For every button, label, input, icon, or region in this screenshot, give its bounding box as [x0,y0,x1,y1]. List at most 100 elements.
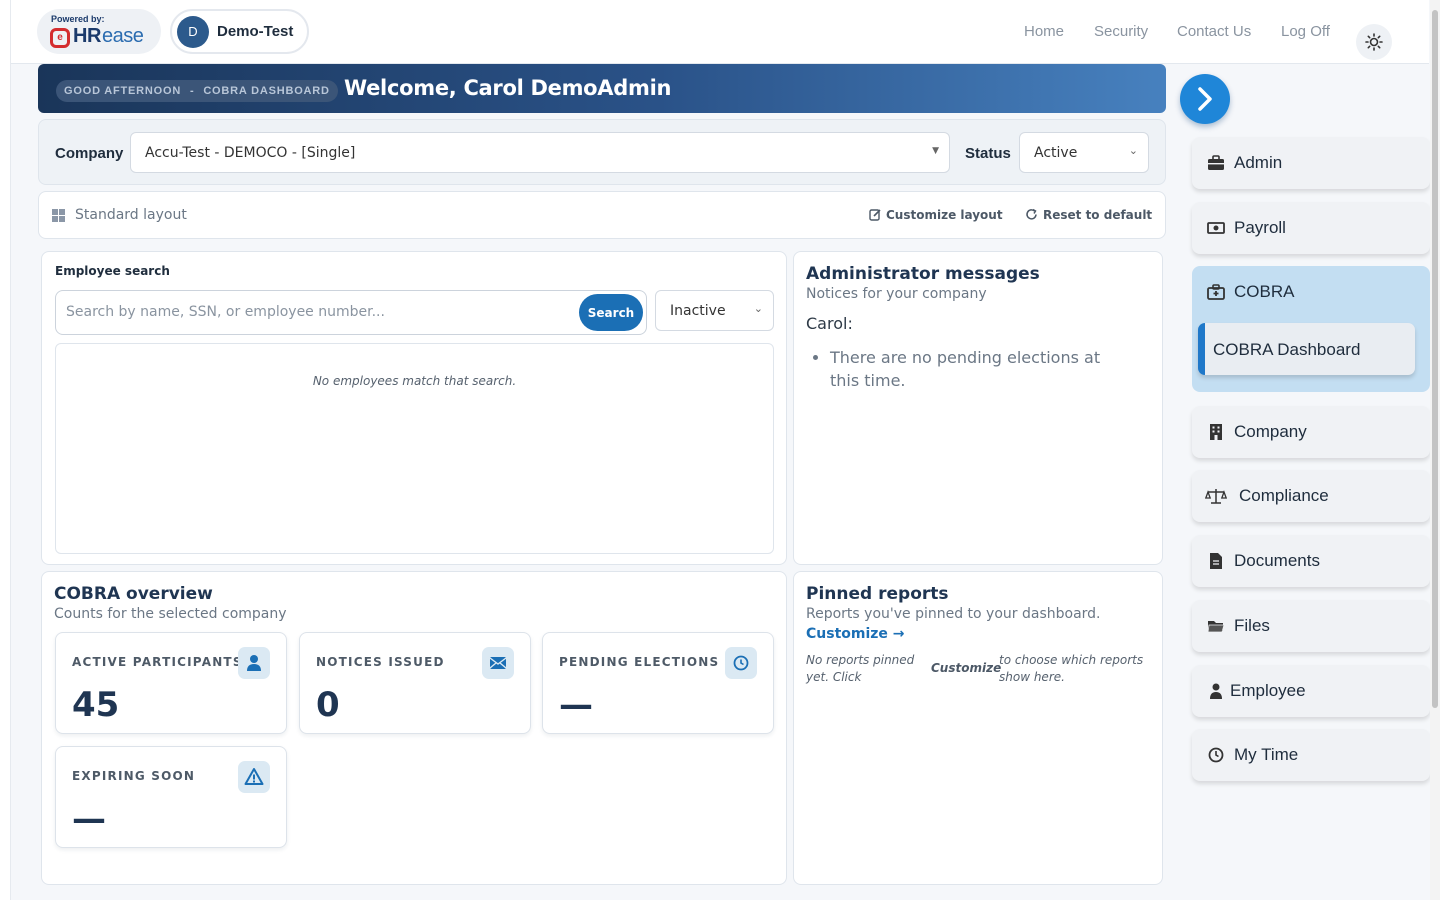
sidebar-group-cobra: COBRA COBRA Dashboard [1192,266,1430,392]
sidebar-item-payroll[interactable]: Payroll [1192,202,1430,254]
admin-message-list: There are no pending elections at this t… [830,346,1130,392]
employee-search-box: Search [55,290,647,335]
stat-label: PENDING ELECTIONS [559,655,720,669]
layout-bar: Standard layout Customize layout Reset t… [38,191,1166,239]
stat-expiring-soon[interactable]: EXPIRING SOON — [55,746,287,848]
theme-toggle-button[interactable] [1356,24,1392,60]
scrollbar-thumb[interactable] [1432,10,1438,708]
pinned-reports-title: Pinned reports [806,584,949,604]
clock-icon [1208,747,1224,763]
company-select[interactable]: Accu-Test - DEMOCO - [Single] ▼ [130,132,950,173]
cobra-overview-title: COBRA overview [54,584,213,604]
sidebar-item-label: My Time [1234,745,1299,764]
pinned-reports-subtitle: Reports you've pinned to your dashboard. [806,606,1101,622]
left-edge [0,0,11,900]
customize-layout-label: Customize layout [886,208,1003,222]
reset-layout-button[interactable]: Reset to default [1025,208,1152,222]
page-scrollbar[interactable] [1430,0,1440,900]
grid-icon [52,209,65,222]
sidebar-item-cobra[interactable]: COBRA [1192,266,1430,318]
kicker-greeting: GOOD AFTERNOON [64,85,182,97]
pinned-empty-customize-link[interactable]: Customize [931,661,1001,675]
layout-name: Standard layout [75,207,187,223]
cobra-overview-card: COBRA overview Counts for the selected c… [41,571,787,885]
stat-value: — [559,685,593,725]
nav-home-link[interactable]: Home [1024,23,1064,40]
sidebar-item-label: Files [1234,616,1270,635]
kicker-separator: - [189,85,195,97]
stat-pending-elections[interactable]: PENDING ELECTIONS — [542,632,774,734]
nav-logoff-link[interactable]: Log Off [1281,23,1330,40]
sidebar-item-label: Admin [1234,153,1283,172]
company-avatar: D [177,16,209,48]
nav-security-link[interactable]: Security [1094,23,1148,40]
customize-layout-button[interactable]: Customize layout [869,208,1003,222]
sidebar-item-my-time[interactable]: My Time [1192,729,1430,781]
pinned-empty-post: to choose which reports show here. [999,653,1144,684]
employee-status-select[interactable]: Inactive ⌄ [655,290,774,331]
sidebar-item-documents[interactable]: Documents [1192,535,1430,587]
customize-pinned-link[interactable]: Customize → [806,626,905,642]
pinned-reports-card: Pinned reports Reports you've pinned to … [793,571,1163,885]
kicker-page: COBRA DASHBOARD [203,85,330,97]
banner-kicker: GOOD AFTERNOON - COBRA DASHBOARD [56,80,338,102]
refresh-icon [1026,208,1037,220]
admin-messages-card: Administrator messages Notices for your … [793,251,1163,565]
status-label: Status [965,145,1011,162]
nav-contact-link[interactable]: Contact Us [1177,23,1251,40]
sidebar-item-files[interactable]: Files [1192,600,1430,652]
powered-by-label: Powered by: [51,14,105,24]
sun-icon [1365,33,1383,51]
sidebar-subitem-label: COBRA Dashboard [1213,340,1361,359]
sidebar-item-label: COBRA [1234,282,1295,301]
stat-active-participants[interactable]: ACTIVE PARTICIPANTS 45 [55,632,287,734]
employee-search-card: Employee search Search Inactive ⌄ No emp… [41,251,787,565]
stat-label: NOTICES ISSUED [316,655,445,669]
sidebar-subitem-cobra-dashboard[interactable]: COBRA Dashboard [1198,323,1415,375]
sidebar-item-label: Payroll [1234,218,1286,237]
logo-brand-ease: ease [102,25,144,47]
company-switcher[interactable]: D Demo-Test [170,9,309,54]
stat-value: 0 [316,685,340,725]
sidebar-item-label: Documents [1234,551,1320,570]
clock-icon [725,647,757,679]
stat-label: ACTIVE PARTICIPANTS [72,655,243,669]
pinned-empty-pre: No reports pinned yet. Click [806,653,915,684]
scale-icon [1205,489,1227,504]
sidebar-item-label: Company [1234,422,1307,441]
user-icon [238,647,270,679]
sidebar-item-compliance[interactable]: Compliance [1192,470,1430,522]
status-select[interactable]: Active ⌄ [1019,132,1149,173]
employee-search-input[interactable] [66,304,566,320]
stat-notices-issued[interactable]: NOTICES ISSUED 0 [299,632,531,734]
employee-results: No employees match that search. [55,343,774,554]
company-label: Company [55,145,124,162]
sidebar-toggle-button[interactable] [1180,74,1230,124]
edit-icon [869,209,881,221]
building-icon [1210,424,1222,440]
chevron-down-icon: ⌄ [753,302,763,315]
employee-status-value: Inactive [670,303,726,319]
stat-label: EXPIRING SOON [72,769,196,783]
sidebar-item-employee[interactable]: Employee [1192,665,1430,717]
welcome-banner: GOOD AFTERNOON - COBRA DASHBOARD Welcome… [38,64,1166,113]
employee-search-heading: Employee search [55,264,170,278]
hrease-mark-icon: e [50,28,70,48]
sidebar-item-label: Employee [1230,681,1306,700]
hrease-logo[interactable]: Powered by: e HR ease [37,9,161,54]
filter-bar: Company Accu-Test - DEMOCO - [Single] ▼ … [38,119,1166,185]
briefcase-icon [1208,155,1224,170]
sidebar-item-admin[interactable]: Admin [1192,137,1430,189]
money-icon [1207,222,1225,234]
search-button[interactable]: Search [579,294,643,331]
warning-icon [238,761,270,793]
sidebar-item-company[interactable]: Company [1192,406,1430,458]
cobra-overview-subtitle: Counts for the selected company [54,606,287,622]
admin-messages-title: Administrator messages [806,264,1040,284]
welcome-title: Welcome, Carol DemoAdmin [344,76,672,100]
admin-message-item: There are no pending elections at this t… [830,346,1130,392]
chevron-right-icon [1198,87,1212,111]
document-icon [1210,553,1222,569]
stat-value: 45 [72,685,120,725]
chevron-down-icon: ⌄ [1128,144,1138,157]
